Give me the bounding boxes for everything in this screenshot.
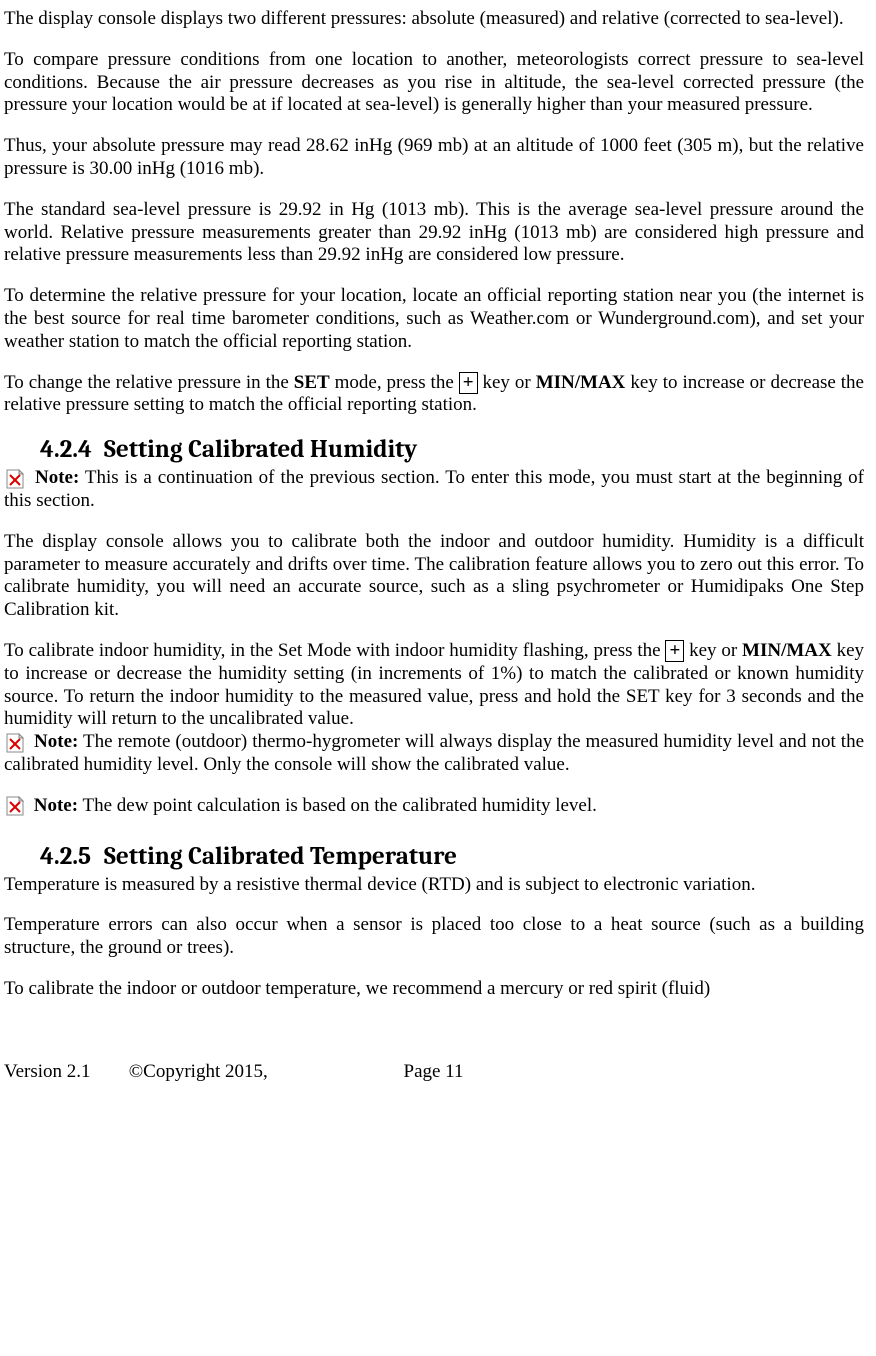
- minmax-label: MIN/MAX: [536, 372, 626, 393]
- set-label: SET: [294, 372, 330, 393]
- paragraph-calibrate-indoor-humidity: To calibrate indoor humidity, in the Set…: [4, 640, 864, 731]
- paragraph-temp-rtd: Temperature is measured by a resistive t…: [4, 874, 864, 897]
- paragraph-standard-pressure: The standard sea-level pressure is 29.92…: [4, 199, 864, 267]
- note-text: This is a continuation of the previous s…: [4, 467, 864, 511]
- note-text: The remote (outdoor) thermo-hygrometer w…: [4, 731, 864, 775]
- heading-title: Setting Calibrated Humidity: [104, 435, 417, 464]
- heading-number: 4.2.4: [40, 435, 104, 465]
- minmax-label: MIN/MAX: [742, 640, 832, 661]
- footer-copyright: ©Copyright 2015,: [129, 1061, 399, 1084]
- heading-4-2-4: 4.2.4Setting Calibrated Humidity: [4, 435, 864, 465]
- heading-title: Setting Calibrated Temperature: [104, 842, 457, 871]
- note-text: The dew point calculation is based on th…: [78, 795, 597, 816]
- heading-number: 4.2.5: [40, 842, 104, 872]
- text-fragment: To change the relative pressure in the: [4, 372, 294, 393]
- footer-version: Version 2.1: [4, 1061, 124, 1084]
- page-footer: Version 2.1 ©Copyright 2015, Page 11: [4, 1061, 864, 1084]
- note-icon: [4, 468, 26, 490]
- note-label: Note:: [34, 731, 78, 752]
- note-remote-hygrometer: Note: The remote (outdoor) thermo-hygrom…: [4, 731, 864, 777]
- text-fragment: To calibrate indoor humidity, in the Set…: [4, 640, 665, 661]
- text-fragment: key or: [684, 640, 742, 661]
- text-fragment: mode, press the: [330, 372, 459, 393]
- plus-key: +: [665, 640, 684, 662]
- plus-key: +: [459, 372, 478, 394]
- note-label: Note:: [35, 467, 79, 488]
- text-fragment: key or: [478, 372, 536, 393]
- paragraph-calibrate-temp: To calibrate the indoor or outdoor tempe…: [4, 978, 864, 1001]
- paragraph-change-relative: To change the relative pressure in the S…: [4, 372, 864, 418]
- paragraph-calibrate-humidity-intro: The display console allows you to calibr…: [4, 531, 864, 622]
- note-label: Note:: [34, 795, 78, 816]
- note-dew-point: Note: The dew point calculation is based…: [4, 795, 864, 818]
- footer-page-number: Page 11: [404, 1061, 464, 1084]
- note-continuation: Note: This is a continuation of the prev…: [4, 467, 864, 513]
- paragraph-display-console: The display console displays two differe…: [4, 8, 864, 31]
- paragraph-compare-pressure: To compare pressure conditions from one …: [4, 49, 864, 117]
- heading-4-2-5: 4.2.5Setting Calibrated Temperature: [4, 842, 864, 872]
- note-icon: [4, 732, 26, 754]
- paragraph-determine-relative: To determine the relative pressure for y…: [4, 285, 864, 353]
- paragraph-absolute-example: Thus, your absolute pressure may read 28…: [4, 135, 864, 181]
- paragraph-temp-errors: Temperature errors can also occur when a…: [4, 914, 864, 960]
- note-icon: [4, 795, 26, 817]
